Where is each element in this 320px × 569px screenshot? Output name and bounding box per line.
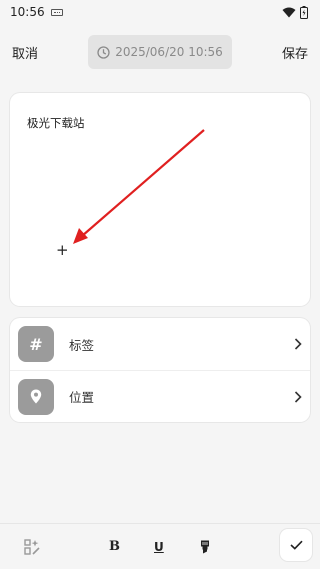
bold-button[interactable]: B [109, 539, 120, 554]
hash-icon: # [18, 326, 54, 362]
underline-button[interactable]: U [154, 540, 164, 554]
cancel-button[interactable]: 取消 [12, 43, 38, 62]
tags-row[interactable]: # 标签 [10, 318, 310, 370]
note-editor[interactable]: 极光下载站 + [10, 93, 310, 306]
datetime-picker[interactable]: 2025/06/20 10:56 [88, 35, 232, 69]
magic-edit-icon[interactable] [24, 538, 40, 555]
done-button[interactable] [280, 529, 312, 561]
status-time: 10:56 [10, 5, 45, 19]
header: 取消 2025/06/20 10:56 保存 [0, 34, 320, 70]
tags-label: 标签 [69, 337, 95, 353]
location-row[interactable]: 位置 [10, 370, 310, 422]
formatting-toolbar: B U [0, 523, 320, 569]
location-label: 位置 [69, 390, 95, 405]
chevron-right-icon [294, 390, 302, 403]
wifi-icon [282, 7, 296, 18]
location-pin-icon [18, 378, 54, 415]
clock-icon [97, 45, 110, 59]
options-list: # 标签 位置 [10, 318, 310, 422]
datetime-text: 2025/06/20 10:56 [115, 45, 223, 59]
battery-icon [300, 5, 308, 19]
status-bar: 10:56 [0, 0, 320, 24]
check-icon [289, 540, 303, 550]
keyboard-icon [50, 8, 63, 16]
highlighter-icon[interactable] [199, 540, 211, 554]
annotation-arrow [73, 129, 205, 244]
chevron-right-icon [294, 338, 302, 350]
save-button[interactable]: 保存 [282, 43, 308, 62]
